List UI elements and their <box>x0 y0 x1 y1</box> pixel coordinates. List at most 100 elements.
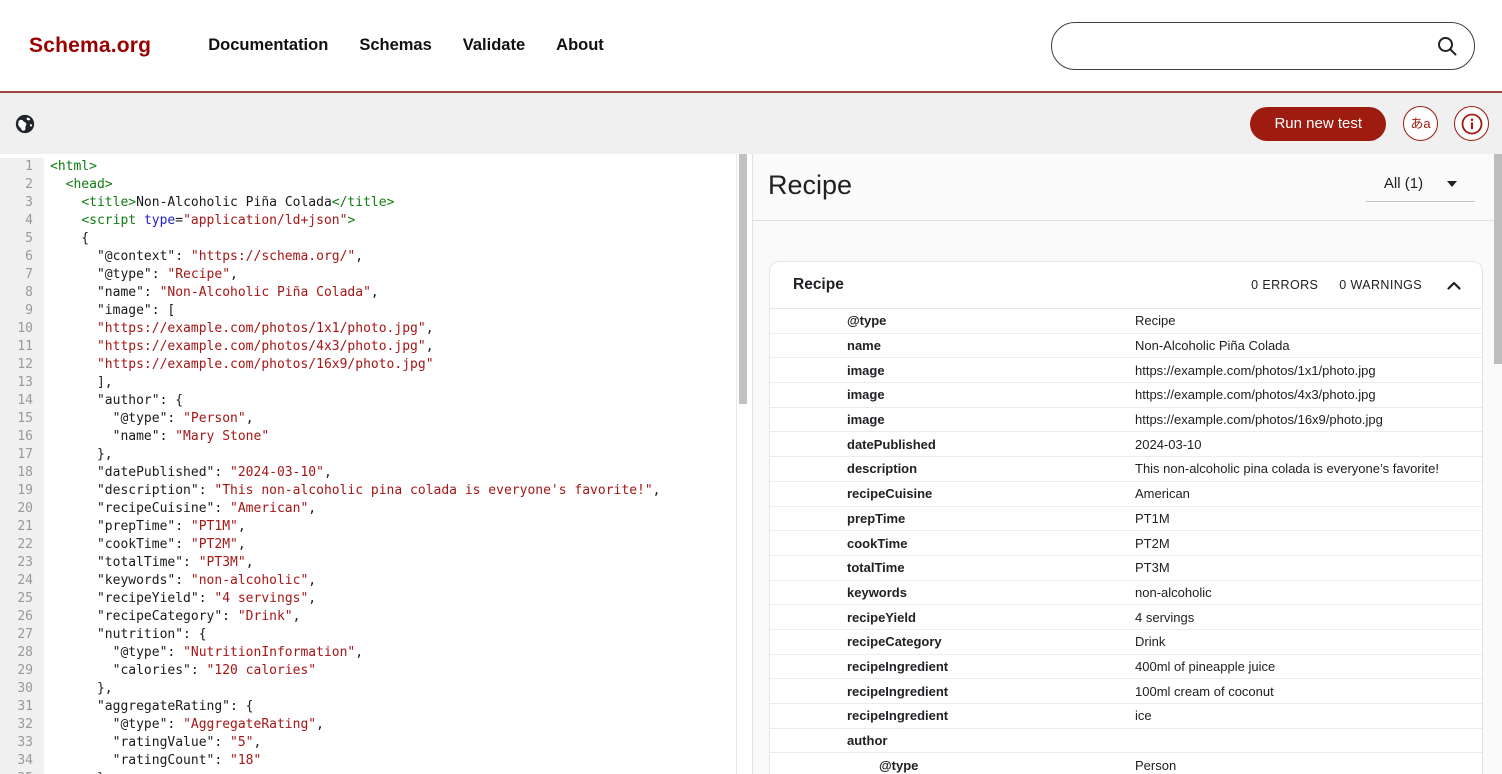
property-row: cookTimePT2M <box>770 531 1482 556</box>
code-text: "author": { <box>44 392 183 410</box>
property-row: prepTimePT1M <box>770 507 1482 532</box>
property-value: 2024-03-10 <box>1135 437 1202 452</box>
line-number: 24 <box>0 572 44 590</box>
result-card-header[interactable]: Recipe 0 ERRORS 0 WARNINGS <box>770 262 1482 309</box>
type-filter-select[interactable]: All (1) <box>1366 175 1475 202</box>
code-text: "calories": "120 calories" <box>44 662 316 680</box>
run-new-test-button[interactable]: Run new test <box>1250 107 1386 141</box>
code-lines: 1<html>2 <head>3 <title>Non-Alcoholic Pi… <box>0 154 752 774</box>
info-icon[interactable] <box>1454 106 1489 141</box>
property-name: recipeIngredient <box>770 708 1135 723</box>
code-text: "https://example.com/photos/4x3/photo.jp… <box>44 338 434 356</box>
property-value: PT1M <box>1135 511 1170 526</box>
code-line: 23 "totalTime": "PT3M", <box>0 554 752 572</box>
line-number: 12 <box>0 356 44 374</box>
code-text: "recipeYield": "4 servings", <box>44 590 316 608</box>
line-number: 7 <box>0 266 44 284</box>
code-text: "recipeCuisine": "American", <box>44 500 316 518</box>
line-number: 30 <box>0 680 44 698</box>
property-name: description <box>770 461 1135 476</box>
property-name: @type <box>770 758 1135 773</box>
line-number: 6 <box>0 248 44 266</box>
search-input[interactable] <box>1051 22 1475 70</box>
code-text: "@type": "Recipe", <box>44 266 238 284</box>
code-text: "@type": "NutritionInformation", <box>44 644 363 662</box>
code-line: 10 "https://example.com/photos/1x1/photo… <box>0 320 752 338</box>
nav-link-about[interactable]: About <box>556 36 604 55</box>
line-number: 8 <box>0 284 44 302</box>
code-line: 21 "prepTime": "PT1M", <box>0 518 752 536</box>
code-text: "recipeCategory": "Drink", <box>44 608 300 626</box>
property-row: datePublished2024-03-10 <box>770 432 1482 457</box>
warnings-count: 0 WARNINGS <box>1339 278 1422 292</box>
line-number: 3 <box>0 194 44 212</box>
code-editor[interactable]: 1<html>2 <head>3 <title>Non-Alcoholic Pi… <box>0 154 752 774</box>
property-name: recipeIngredient <box>770 659 1135 674</box>
line-number: 21 <box>0 518 44 536</box>
nav-link-documentation[interactable]: Documentation <box>208 36 328 55</box>
line-number: 33 <box>0 734 44 752</box>
line-number: 32 <box>0 716 44 734</box>
code-line: 15 "@type": "Person", <box>0 410 752 428</box>
code-line: 12 "https://example.com/photos/16x9/phot… <box>0 356 752 374</box>
line-number: 26 <box>0 608 44 626</box>
code-line: 29 "calories": "120 calories" <box>0 662 752 680</box>
property-row: author <box>770 729 1482 754</box>
line-number: 4 <box>0 212 44 230</box>
schema-org-logo[interactable]: Schema.org <box>29 34 151 58</box>
nav-link-validate[interactable]: Validate <box>463 36 525 55</box>
property-value: Drink <box>1135 634 1165 649</box>
property-name: prepTime <box>770 511 1135 526</box>
property-name: image <box>770 412 1135 427</box>
property-value: PT3M <box>1135 560 1170 575</box>
line-number: 34 <box>0 752 44 770</box>
code-text: <title>Non-Alcoholic Piña Colada</title> <box>44 194 394 212</box>
search-icon[interactable] <box>1435 34 1459 58</box>
code-line: 30 }, <box>0 680 752 698</box>
language-toggle-icon[interactable]: あa <box>1403 106 1438 141</box>
property-row: recipeIngredientice <box>770 704 1482 729</box>
code-line: 22 "cookTime": "PT2M", <box>0 536 752 554</box>
errors-count: 0 ERRORS <box>1251 278 1318 292</box>
type-filter-value: All (1) <box>1384 175 1423 192</box>
nav-link-schemas[interactable]: Schemas <box>359 36 431 55</box>
main-split: 1<html>2 <head>3 <title>Non-Alcoholic Pi… <box>0 154 1502 774</box>
code-line: 2 <head> <box>0 176 752 194</box>
line-number: 17 <box>0 446 44 464</box>
code-text: "datePublished": "2024-03-10", <box>44 464 332 482</box>
validator-toolbar: Run new test あa <box>0 93 1502 154</box>
property-value: https://example.com/photos/4x3/photo.jpg <box>1135 387 1376 402</box>
results-scrollbar-thumb[interactable] <box>1494 154 1502 364</box>
results-header: Recipe All (1) <box>753 154 1502 221</box>
code-scrollbar-thumb[interactable] <box>739 154 747 404</box>
property-value: https://example.com/photos/1x1/photo.jpg <box>1135 363 1376 378</box>
code-line: 19 "description": "This non-alcoholic pi… <box>0 482 752 500</box>
line-number: 29 <box>0 662 44 680</box>
line-number: 9 <box>0 302 44 320</box>
arrow-drop-down-icon <box>1447 181 1457 187</box>
line-number: 35 <box>0 770 44 774</box>
line-number: 13 <box>0 374 44 392</box>
code-text: "ratingValue": "5", <box>44 734 261 752</box>
code-text: "aggregateRating": { <box>44 698 254 716</box>
property-name: recipeYield <box>770 610 1135 625</box>
line-number: 14 <box>0 392 44 410</box>
results-scrollbar <box>1494 154 1502 774</box>
code-text: "https://example.com/photos/1x1/photo.jp… <box>44 320 434 338</box>
code-line: 33 "ratingValue": "5", <box>0 734 752 752</box>
code-line: 6 "@context": "https://schema.org/", <box>0 248 752 266</box>
property-row: recipeYield4 servings <box>770 605 1482 630</box>
code-text: <head> <box>44 176 113 194</box>
line-number: 5 <box>0 230 44 248</box>
code-line: 16 "name": "Mary Stone" <box>0 428 752 446</box>
line-number: 25 <box>0 590 44 608</box>
property-table: @typeRecipenameNon-Alcoholic Piña Colada… <box>770 309 1482 774</box>
search-box <box>1051 22 1475 70</box>
code-text: { <box>44 230 89 248</box>
code-line: 17 }, <box>0 446 752 464</box>
code-text: "description": "This non-alcoholic pina … <box>44 482 661 500</box>
property-name: keywords <box>770 585 1135 600</box>
code-line: 14 "author": { <box>0 392 752 410</box>
main-nav: Documentation Schemas Validate About <box>208 36 604 55</box>
chevron-up-icon[interactable] <box>1447 281 1461 290</box>
